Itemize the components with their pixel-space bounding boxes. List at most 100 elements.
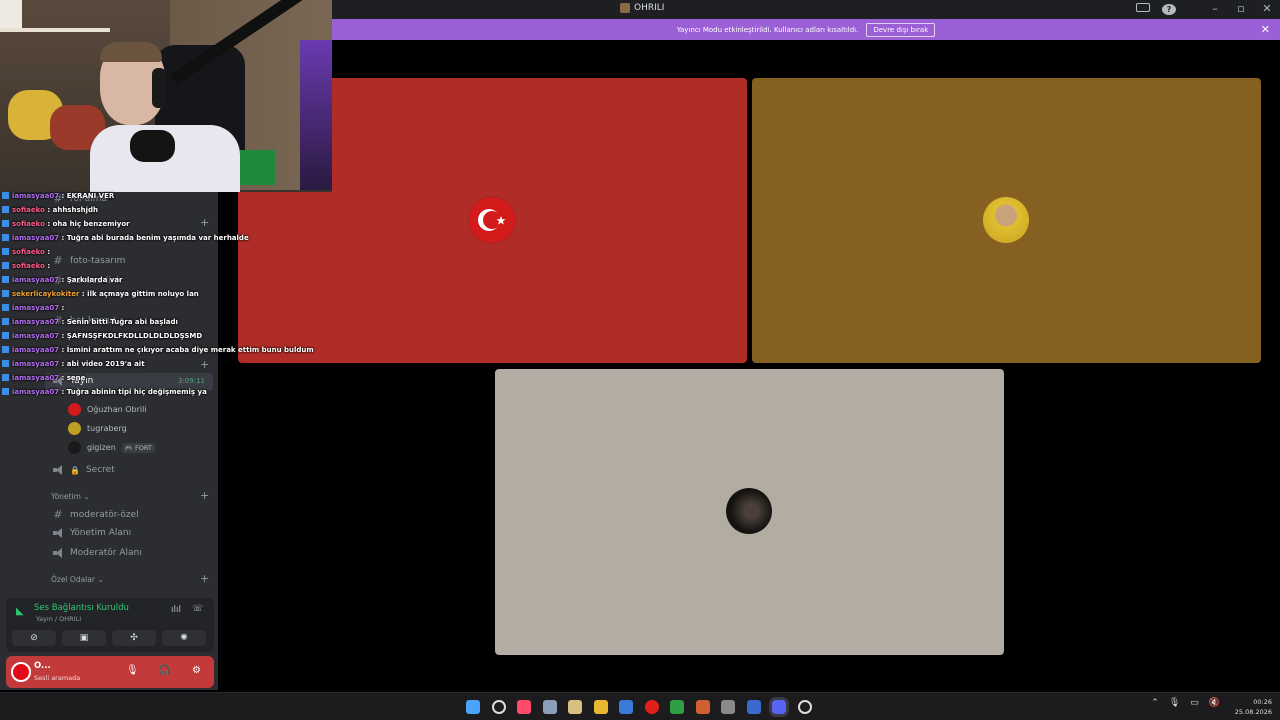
steam-icon[interactable] — [746, 700, 761, 714]
close-banner-icon[interactable]: ✕ — [1261, 23, 1270, 36]
chat-separator: : — [44, 262, 51, 270]
settings-icon[interactable] — [542, 700, 557, 714]
help-icon[interactable]: ? — [1162, 2, 1176, 15]
headphones-icon[interactable]: 🎧 — [158, 665, 170, 676]
camera-off-icon: ⊘ — [30, 633, 38, 643]
chat-separator: : — [59, 360, 67, 368]
chat-separator: : — [59, 346, 67, 354]
folder-icon[interactable] — [593, 700, 608, 714]
voice-user[interactable]: tugraberg — [68, 422, 127, 435]
badge-icon — [2, 304, 9, 311]
activity-tag: 🎮 FORT — [121, 442, 155, 453]
channel-foto-tasarim[interactable]: # foto-tasarım — [52, 254, 125, 267]
chat-text: oha hiç benzemiyor — [52, 220, 130, 228]
chrome-icon[interactable] — [797, 700, 812, 714]
hash-icon: # — [53, 508, 63, 521]
soundboard-icon: ✺ — [180, 633, 188, 643]
participant-avatar — [469, 197, 515, 243]
channel-yonetim-alani[interactable]: Yönetim Alanı — [52, 528, 131, 538]
chat-text: sene — [66, 374, 86, 382]
disable-streamer-mode-button[interactable]: Devre dışı bırak — [866, 22, 936, 37]
badge-icon — [2, 262, 9, 269]
chat-message: iamasyaa07 : — [2, 304, 64, 312]
speaker-icon — [52, 465, 64, 475]
badge-icon — [2, 206, 9, 213]
activities-icon: ✣ — [130, 633, 138, 643]
category-yonetim[interactable]: Yönetim ⌄ — [51, 492, 90, 501]
chat-username: iamasyaa07 — [12, 276, 60, 284]
username[interactable]: O... — [34, 661, 51, 671]
system-clock[interactable]: 00:26 25.08.2026 — [1235, 697, 1272, 717]
stream-duration: 3:09:11 — [178, 377, 205, 385]
disconnect-icon[interactable]: ☏ — [192, 604, 203, 614]
discord-icon[interactable] — [772, 700, 786, 714]
chat-message: sofiaeko : ahhshshjdh — [2, 206, 98, 214]
soundboard-button[interactable]: ✺ — [162, 630, 206, 646]
maximize-button[interactable]: ▫ — [1234, 2, 1248, 15]
chevron-up-icon[interactable]: ⌃ — [1151, 698, 1159, 708]
monitor-icon[interactable]: ▭ — [1190, 698, 1199, 708]
lock-icon: 🔒 — [70, 465, 80, 475]
news-icon[interactable] — [695, 700, 710, 714]
participant-avatar — [983, 197, 1029, 243]
video-tile-3[interactable] — [495, 369, 1004, 655]
voice-user[interactable]: gigizen 🎮 FORT — [68, 441, 155, 454]
mail-icon[interactable] — [619, 700, 633, 714]
channel-secret[interactable]: 🔒 Secret — [52, 465, 115, 475]
chat-message: iamasyaa07 : sene — [2, 374, 85, 382]
badge-icon — [2, 332, 9, 339]
window-title: OHRILI — [620, 3, 664, 13]
add-channel-icon[interactable]: + — [200, 489, 209, 502]
connection-signal-icon[interactable]: ◣ — [16, 606, 24, 617]
channel-moderator-alani[interactable]: Moderatör Alanı — [52, 548, 142, 558]
activities-button[interactable]: ✣ — [112, 630, 156, 646]
voice-status: Ses Bağlantısı Kuruldu — [34, 603, 129, 613]
add-channel-icon[interactable]: + — [200, 216, 209, 229]
notes-icon[interactable] — [568, 700, 582, 714]
opera-icon[interactable] — [644, 700, 659, 714]
music-icon[interactable] — [517, 700, 531, 714]
chat-username: sofiaeko — [12, 262, 45, 270]
camera-off-button[interactable]: ⊘ — [12, 630, 56, 646]
add-channel-icon[interactable]: + — [200, 358, 209, 371]
volume-mute-icon[interactable]: 🔇 — [1209, 698, 1220, 708]
video-tile-2[interactable] — [752, 78, 1261, 363]
badge-icon — [2, 276, 9, 283]
chevron-down-icon: ⌄ — [97, 575, 104, 584]
microphone-icon[interactable]: 🎙 — [1169, 698, 1180, 708]
chat-username: iamasyaa07 — [12, 332, 60, 340]
avatar[interactable] — [11, 662, 31, 682]
turkish-flag-icon — [469, 197, 515, 243]
speaker-icon — [52, 528, 64, 538]
chat-text: ŞAFNSŞFKDLFKDLLDLDLDLDŞSMD — [66, 332, 203, 340]
system-tray: ⌃ 🎙 ▭ 🔇 — [1151, 698, 1220, 708]
windows-icon[interactable] — [466, 700, 480, 714]
chat-text: abi video 2019'a ait — [66, 360, 145, 368]
chat-message: sofiaeko : — [2, 248, 50, 256]
voice-channel-path[interactable]: Yayın / OHRILI — [36, 615, 81, 623]
voice-user[interactable]: Oğuzhan Obrili — [68, 403, 147, 416]
noise-suppression-icon[interactable]: ılıl — [171, 605, 181, 615]
chat-text: EKRANI VER — [66, 192, 115, 200]
badge-icon — [2, 360, 9, 367]
microphone-icon[interactable]: 🎙 — [126, 665, 139, 676]
avatar — [68, 403, 81, 416]
category-ozel-odalar[interactable]: Özel Odalar ⌄ — [51, 575, 104, 584]
screen-share-button[interactable]: ▣ — [62, 630, 106, 646]
gear-icon[interactable]: ⚙ — [192, 665, 201, 676]
xbox-icon[interactable] — [670, 700, 684, 714]
inbox-icon[interactable] — [1136, 2, 1150, 15]
chat-separator: : — [59, 332, 67, 340]
minimize-button[interactable]: – — [1208, 2, 1222, 15]
search-icon[interactable] — [491, 700, 506, 714]
chat-username: iamasyaa07 — [12, 304, 60, 312]
close-button[interactable]: ✕ — [1260, 2, 1274, 15]
channel-moderator-ozel[interactable]: # moderatör-özel — [52, 508, 138, 521]
streamer-mode-banner: Yayıncı Modu etkinleştirildi. Kullanıcı … — [332, 19, 1280, 40]
calendar-icon[interactable] — [721, 700, 735, 714]
add-channel-icon[interactable]: + — [200, 572, 209, 585]
chat-text: Tuğra abi burada benim yaşımda var herha… — [66, 234, 249, 242]
chat-username: sofiaeko — [12, 206, 45, 214]
chat-separator: : — [44, 220, 53, 228]
chat-message: iamasyaa07 : EKRANI VER — [2, 192, 114, 200]
